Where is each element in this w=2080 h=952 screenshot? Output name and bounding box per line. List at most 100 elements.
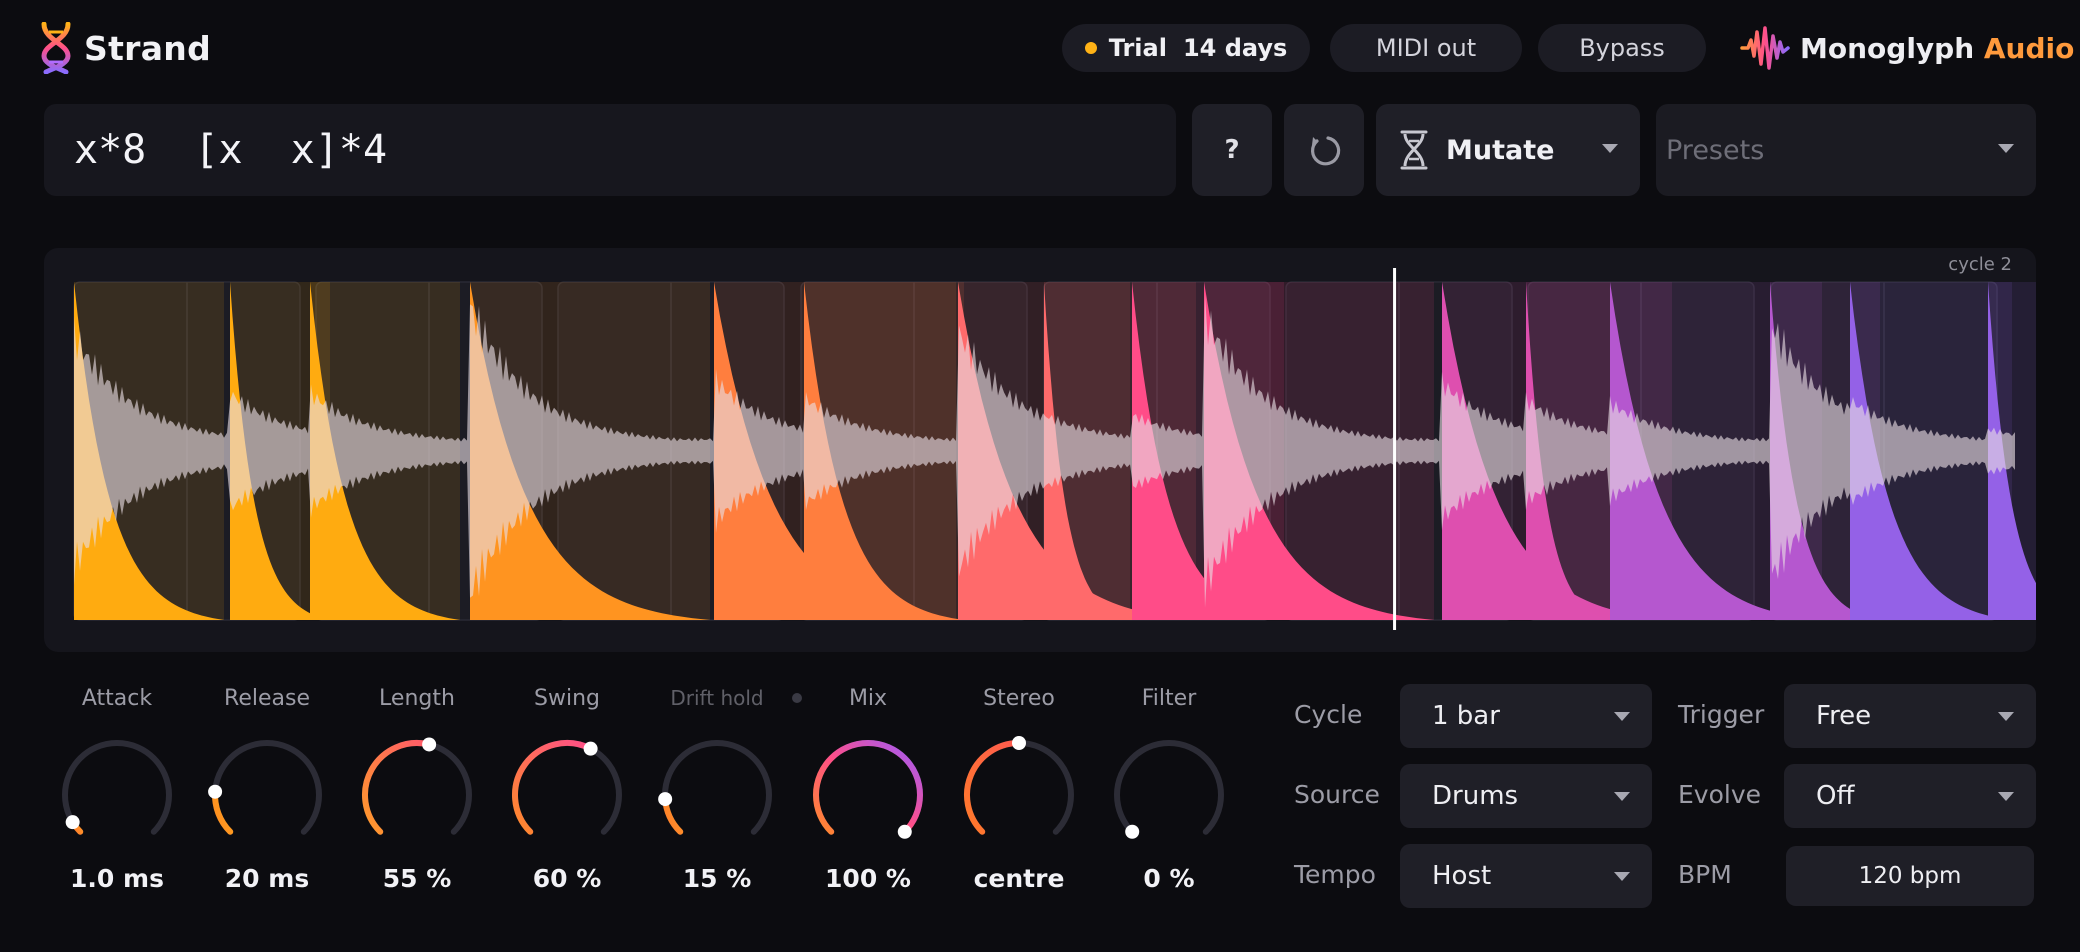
cycle-indicator: cycle 2 (1948, 254, 2012, 275)
evolve-value: Off (1816, 781, 1855, 811)
evolve-select[interactable]: Off (1784, 764, 2036, 828)
dna-mutate-icon (1400, 130, 1428, 170)
mutate-label: Mutate (1446, 134, 1555, 166)
knob-swing[interactable]: Swing 60 % (492, 680, 642, 910)
trigger-value: Free (1816, 701, 1872, 731)
knob-value: centre (973, 864, 1065, 893)
company-logo: Monoglyph Audio (1740, 20, 2074, 76)
knob-drift-hold[interactable]: Drift hold 15 % (642, 680, 792, 910)
knob-mix[interactable]: Mix 100 % (793, 680, 943, 910)
knob-value: 15 % (682, 864, 752, 893)
knob-filter[interactable]: Filter 0 % (1094, 680, 1244, 910)
source-label: Source (1294, 780, 1380, 809)
presets-dropdown[interactable]: Presets (1656, 104, 2036, 196)
source-select[interactable]: Drums (1400, 764, 1652, 828)
trigger-select[interactable]: Free (1784, 684, 2036, 748)
trial-label: Trial (1108, 34, 1167, 62)
knob-label: Stereo (983, 686, 1055, 711)
knob-dial[interactable] (793, 720, 943, 870)
knob-dial[interactable] (492, 720, 642, 870)
knob-attack[interactable]: Attack 1.0 ms (42, 680, 192, 910)
trial-days: 14 days (1182, 34, 1288, 62)
mutate-dropdown[interactable]: Mutate (1376, 104, 1640, 196)
knob-length[interactable]: Length 55 % (342, 680, 492, 910)
cycle-value: 1 bar (1432, 701, 1500, 731)
knob-track (62, 740, 172, 835)
dna-logo-icon (41, 22, 71, 74)
trigger-label: Trigger (1678, 700, 1765, 729)
knob-handle[interactable] (1012, 736, 1026, 750)
help-button[interactable]: ? (1192, 104, 1272, 196)
brand: Strand (40, 20, 211, 76)
reset-button[interactable] (1284, 104, 1364, 196)
knob-value: 0 % (1143, 864, 1195, 893)
knob-dial[interactable] (342, 720, 492, 870)
waveform-logo-icon (1740, 26, 1790, 70)
knob-handle[interactable] (897, 824, 912, 839)
knob-value: 20 ms (224, 864, 310, 893)
knob-track (662, 740, 772, 835)
chevron-down-icon (1998, 144, 2014, 153)
waveform-panel[interactable]: cycle 2 (44, 248, 2036, 652)
pattern-input[interactable]: x*8 [x x]*4 (44, 104, 1176, 196)
knob-value: 1.0 ms (70, 864, 164, 893)
knob-handle[interactable] (65, 815, 80, 830)
midi-out-button[interactable]: MIDI out (1330, 24, 1522, 72)
tempo-label: Tempo (1294, 860, 1376, 889)
knob-dial[interactable] (192, 720, 342, 870)
company-name-accent: Audio (1983, 31, 2075, 65)
knob-dial[interactable] (42, 720, 192, 870)
knob-dial[interactable] (642, 720, 792, 870)
knob-value-arc (964, 740, 1022, 835)
knob-handle[interactable] (1125, 824, 1140, 839)
evolve-label: Evolve (1678, 780, 1762, 809)
bypass-button[interactable]: Bypass (1538, 24, 1706, 72)
presets-placeholder: Presets (1666, 134, 1765, 166)
knob-label: Mix (848, 686, 888, 711)
cycle-label: Cycle (1294, 700, 1363, 729)
knob-value: 100 % (825, 864, 911, 893)
knob-dial[interactable] (1094, 720, 1244, 870)
cycle-select[interactable]: 1 bar (1400, 684, 1652, 748)
company-name-main: Monoglyph (1800, 31, 1975, 65)
chevron-down-icon (1998, 792, 2014, 801)
knob-handle[interactable] (422, 737, 437, 752)
knob-label: Filter (1141, 686, 1197, 711)
knob-value-arc (362, 740, 433, 835)
chevron-down-icon (1614, 792, 1630, 801)
company-name: Monoglyph Audio (1800, 32, 2074, 65)
trial-status-dot (1084, 42, 1097, 54)
chevron-down-icon (1614, 872, 1630, 881)
knob-handle[interactable] (583, 741, 598, 756)
knob-label: Drift hold (670, 686, 764, 710)
knob-handle[interactable] (658, 792, 673, 807)
knob-label: Attack (81, 686, 153, 711)
knob-value-arc (813, 740, 923, 835)
knob-label: Release (224, 686, 310, 711)
brand-name: Strand (84, 28, 212, 68)
tempo-value: Host (1432, 861, 1492, 891)
drift-hold-indicator-dot[interactable] (792, 693, 802, 703)
trial-badge[interactable]: Trial 14 days (1062, 24, 1310, 72)
tempo-select[interactable]: Host (1400, 844, 1652, 908)
knob-track (1114, 740, 1224, 835)
playhead[interactable] (1393, 268, 1397, 630)
knob-value-arc (512, 740, 594, 835)
knob-value: 60 % (532, 864, 602, 893)
knob-value: 55 % (382, 864, 452, 893)
chevron-down-icon (1614, 712, 1630, 721)
source-value: Drums (1432, 781, 1519, 811)
knob-label: Swing (534, 686, 600, 711)
bpm-label: BPM (1678, 860, 1732, 889)
chevron-down-icon (1602, 144, 1618, 153)
knob-dial[interactable] (944, 720, 1094, 870)
chevron-down-icon (1998, 712, 2014, 721)
knob-handle[interactable] (208, 784, 223, 799)
waveform-display[interactable] (44, 248, 2036, 652)
knob-stereo[interactable]: Stereo centre (944, 680, 1094, 910)
knob-track (212, 740, 322, 835)
bpm-field[interactable]: 120 bpm (1786, 846, 2034, 906)
reset-icon (1310, 136, 1341, 166)
knob-label: Length (379, 686, 455, 711)
knob-release[interactable]: Release 20 ms (192, 680, 342, 910)
